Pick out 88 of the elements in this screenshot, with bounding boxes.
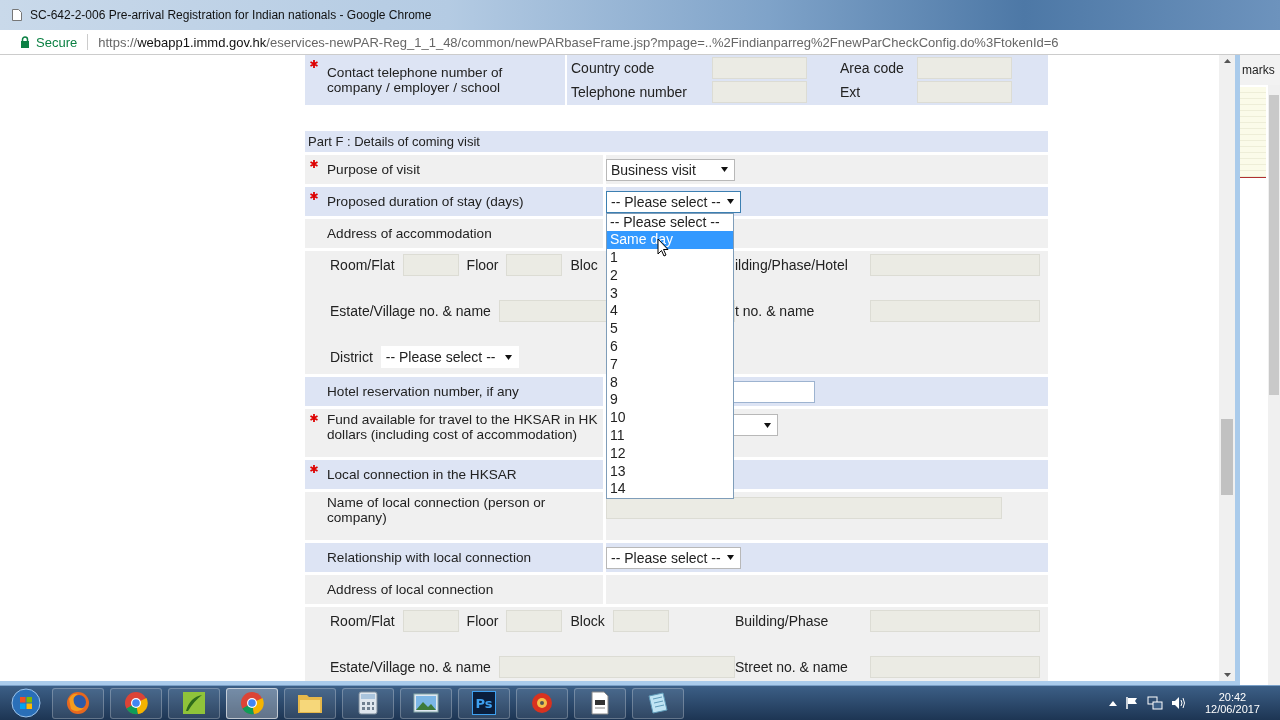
dropdown-option[interactable]: 7 <box>607 355 733 374</box>
field-label: Name of local connection (person or company) <box>327 495 547 525</box>
field-label: Hotel reservation number, if any <box>327 384 519 399</box>
dropdown-option[interactable]: 6 <box>607 338 733 356</box>
section-header: Part F : Details of coming visit <box>305 131 1048 152</box>
scrollbar-thumb[interactable] <box>1221 419 1233 495</box>
field-label: Purpose of visit <box>327 162 420 177</box>
field-label: Local connection in the HKSAR <box>327 467 517 482</box>
calculator-icon <box>358 691 378 715</box>
field-label: t no. & name <box>735 303 815 319</box>
start-orb-icon <box>11 688 41 718</box>
dropdown-option[interactable]: 13 <box>607 462 733 481</box>
taskbar-button[interactable] <box>342 687 394 719</box>
field-label: Relationship with local connection <box>327 550 532 565</box>
caret-icon <box>764 422 771 428</box>
dropdown-option[interactable]: 14 <box>607 480 733 499</box>
field-label: Floor <box>466 257 499 273</box>
dropdown-option[interactable]: 11 <box>607 427 733 445</box>
taskbar-button[interactable] <box>516 687 568 719</box>
dropdown-option[interactable]: 9 <box>607 391 733 410</box>
dropdown-option[interactable]: -- Please select -- <box>607 213 733 232</box>
wheel-icon <box>124 691 148 715</box>
page-icon <box>12 9 22 21</box>
field-label: Estate/Village no. & name <box>330 303 491 319</box>
leaf-icon <box>182 691 206 715</box>
field-label: Bloc <box>570 257 598 273</box>
dropdown[interactable]: -- Please select -- <box>606 190 741 213</box>
field-label: Address of local connection <box>327 582 494 597</box>
dropdown[interactable]: Business visit <box>606 158 735 181</box>
network-icon[interactable] <box>1146 696 1163 710</box>
address-field[interactable]: https://webapp1.immd.gov.hk/eservices-newPAR-Reg_1_1_48/common/newPARbaseFrame.jsp?mpage=..%2Findianparreg%2FnewParCheckConfig.do%3FtokenId=6 <box>98 34 1059 50</box>
field-label: Address of accommodation <box>327 226 492 241</box>
folder-icon <box>297 692 323 714</box>
dropdown-option[interactable]: 12 <box>607 444 733 463</box>
taskbar-button[interactable] <box>632 687 684 719</box>
taskbar-button[interactable] <box>574 687 626 719</box>
field-label: District <box>330 349 373 365</box>
field-label: Room/Flat <box>330 257 395 273</box>
field-label: Ext <box>840 84 862 100</box>
field-label: Floor <box>466 613 499 629</box>
field-label: Proposed duration of stay (days) <box>327 194 524 209</box>
field-label: Contact telephone number of company / employer / school <box>327 65 504 95</box>
dropdown-option[interactable]: 1 <box>607 249 733 267</box>
taskbar-button[interactable] <box>400 687 452 719</box>
caret-icon <box>726 555 734 560</box>
show-hidden-icons-icon[interactable] <box>1108 700 1117 706</box>
field-label: Street no. & name <box>735 659 848 675</box>
dropdown-option[interactable]: 8 <box>607 373 733 392</box>
notepad-icon <box>646 691 670 715</box>
dropdown[interactable]: -- Please select -- <box>380 346 519 368</box>
field-label: ilding/Phase/Hotel <box>735 257 848 273</box>
dropdown-option[interactable]: 10 <box>607 409 733 428</box>
flag-icon[interactable] <box>1124 696 1139 710</box>
disc-icon <box>530 691 554 715</box>
field-label: Building/Phase <box>735 613 829 629</box>
caret-icon <box>726 199 734 204</box>
toolbar-label: marks <box>1242 63 1275 77</box>
picture-icon <box>413 692 439 714</box>
caret-icon <box>721 167 728 172</box>
dropdown-option[interactable]: 3 <box>607 284 733 303</box>
field-label: Area code <box>840 60 905 76</box>
caret-icon <box>504 354 512 360</box>
taskbar-button[interactable] <box>110 687 162 719</box>
taskbar-button[interactable] <box>284 687 336 719</box>
field-label: Country code <box>571 60 656 76</box>
field-label: Estate/Village no. & name <box>330 659 491 675</box>
globe-icon <box>66 691 90 715</box>
scroll-up-icon[interactable] <box>1223 59 1231 63</box>
app-logo: Ps <box>472 691 496 715</box>
dropdown-option[interactable]: 4 <box>607 302 733 321</box>
clock[interactable]: 20:42 12/06/2017 <box>1204 691 1260 715</box>
field-label: Fund available for travel to the HKSAR in HK dollars (including cost of accommodation) <box>327 412 599 442</box>
field-label: Telephone number <box>571 84 688 100</box>
scrollbar[interactable] <box>1219 55 1235 681</box>
scroll-down-icon[interactable] <box>1223 673 1231 677</box>
dropdown-option[interactable]: 2 <box>607 266 733 285</box>
lock-icon <box>20 36 30 48</box>
security-label: Secure <box>36 34 78 50</box>
dropdown-option[interactable]: 5 <box>607 320 733 339</box>
window-title: SC-642-2-006 Pre-arrival Registration for Indian nationals - Google Chrome <box>30 8 432 22</box>
field-label: Room/Flat <box>330 613 395 629</box>
wheel-icon <box>240 691 264 715</box>
taskbar-button[interactable]: Ps <box>458 687 510 719</box>
document-icon <box>590 691 610 715</box>
dropdown[interactable]: -- Please select -- <box>606 546 741 569</box>
field-label: Block <box>570 613 605 629</box>
speaker-icon[interactable] <box>1170 696 1187 710</box>
scrollbar[interactable] <box>1268 85 1280 685</box>
